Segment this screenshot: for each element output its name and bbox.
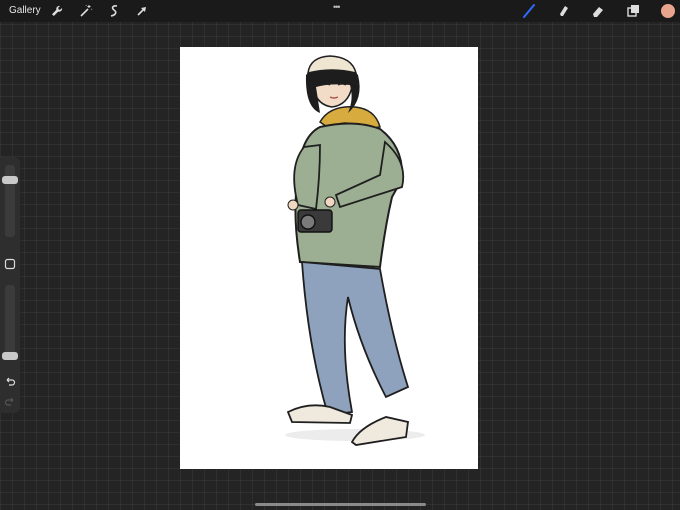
layers-icon[interactable] — [625, 3, 641, 19]
modify-button[interactable] — [4, 257, 16, 270]
undo-icon[interactable] — [4, 375, 16, 387]
redo-icon[interactable] — [4, 395, 16, 407]
color-picker-button[interactable] — [661, 4, 675, 18]
wrench-icon[interactable] — [49, 3, 65, 19]
opacity-slider[interactable] — [5, 285, 15, 357]
magic-wand-icon[interactable] — [78, 3, 94, 19]
more-dots-icon[interactable]: ••• — [333, 2, 341, 12]
brush-icon[interactable] — [521, 3, 537, 19]
drawing-canvas[interactable] — [180, 47, 478, 469]
figure-artwork — [285, 55, 425, 446]
home-indicator — [255, 503, 426, 506]
top-toolbar: Gallery ••• — [0, 0, 680, 22]
transform-arrow-icon[interactable] — [134, 3, 150, 19]
selection-icon[interactable] — [106, 3, 122, 19]
smudge-icon[interactable] — [556, 3, 572, 19]
sidebar-controls — [0, 157, 20, 413]
opacity-thumb[interactable] — [2, 352, 18, 360]
eraser-icon[interactable] — [590, 3, 606, 19]
gallery-button[interactable]: Gallery — [9, 5, 41, 16]
brush-size-thumb[interactable] — [2, 176, 18, 184]
